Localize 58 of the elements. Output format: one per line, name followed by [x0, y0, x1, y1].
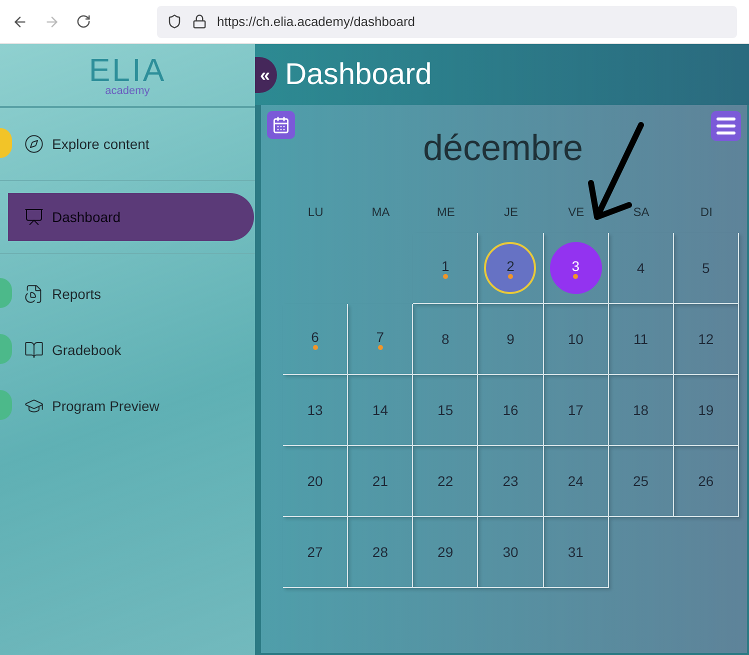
sidebar-item[interactable]: Explore content [20, 134, 150, 154]
weekday-label: VE [567, 204, 586, 221]
day-cell[interactable]: 16 [484, 384, 536, 436]
lock-icon [192, 14, 207, 29]
day-cell[interactable]: 2 [484, 242, 536, 294]
day-cell[interactable]: 21 [354, 455, 406, 507]
menu-button[interactable] [711, 111, 741, 141]
weekday-label: SA [632, 204, 650, 221]
day-cell[interactable]: 31 [550, 526, 602, 578]
day-cell[interactable]: 11 [614, 313, 667, 365]
day-cell[interactable]: 20 [289, 455, 342, 507]
day-cell[interactable]: 25 [614, 455, 667, 507]
sidebar-item[interactable]: Gradebook [20, 340, 122, 360]
back-icon[interactable] [12, 14, 28, 30]
day-cell[interactable]: 4 [614, 242, 667, 294]
day-cell[interactable]: 9 [484, 313, 536, 365]
day-cell[interactable]: 26 [680, 455, 732, 507]
day-cell[interactable]: 12 [680, 313, 732, 365]
easel-icon [24, 207, 44, 227]
weekday-label: MA [370, 204, 391, 221]
day-cell[interactable]: 17 [550, 384, 602, 436]
day-cell[interactable]: 30 [484, 526, 536, 578]
shield-icon [167, 14, 182, 29]
day-cell[interactable]: 29 [419, 526, 472, 578]
day-cell[interactable]: 8 [419, 313, 472, 365]
notebook-icon [24, 340, 44, 360]
day-cell[interactable]: 13 [289, 384, 342, 436]
day-cell[interactable]: 28 [354, 526, 406, 578]
day-cell[interactable]: 15 [419, 384, 472, 436]
day-cell[interactable]: 22 [419, 455, 472, 507]
day-cell[interactable]: 18 [614, 384, 667, 436]
day-cell[interactable]: 10 [550, 313, 602, 365]
calendar-button[interactable] [267, 111, 295, 139]
day-cell[interactable]: 1 [419, 242, 472, 294]
day-cell[interactable]: 24 [550, 455, 602, 507]
compass-icon [24, 134, 44, 154]
day-cell[interactable]: 19 [680, 384, 732, 436]
sidebar-item[interactable]: Dashboard [8, 193, 254, 241]
weekday-label: LU [306, 204, 324, 221]
weekday-label: ME [436, 204, 456, 221]
day-cell[interactable]: 23 [484, 455, 536, 507]
day-cell[interactable]: 7 [354, 313, 406, 365]
day-cell[interactable]: 5 [680, 242, 732, 294]
sidebar-item[interactable]: Program Preview [20, 396, 160, 416]
month-title: décembre [422, 126, 584, 170]
day-cell[interactable]: 3 [550, 242, 602, 294]
weekday-label: JE [502, 204, 519, 221]
address-bar[interactable]: https://ch.elia.academy/dashboard [157, 6, 737, 38]
sidebar-item[interactable]: Reports [20, 284, 102, 304]
calendar-icon [272, 116, 290, 134]
report-icon [24, 284, 44, 304]
reload-icon[interactable] [76, 14, 91, 29]
collapse-button[interactable]: « [255, 56, 277, 92]
weekday-label: DI [699, 204, 714, 221]
day-cell[interactable]: 14 [354, 384, 406, 436]
day-cell[interactable]: 27 [289, 526, 342, 578]
page-title: Dashboard [285, 57, 432, 93]
day-cell[interactable]: 6 [289, 313, 342, 365]
